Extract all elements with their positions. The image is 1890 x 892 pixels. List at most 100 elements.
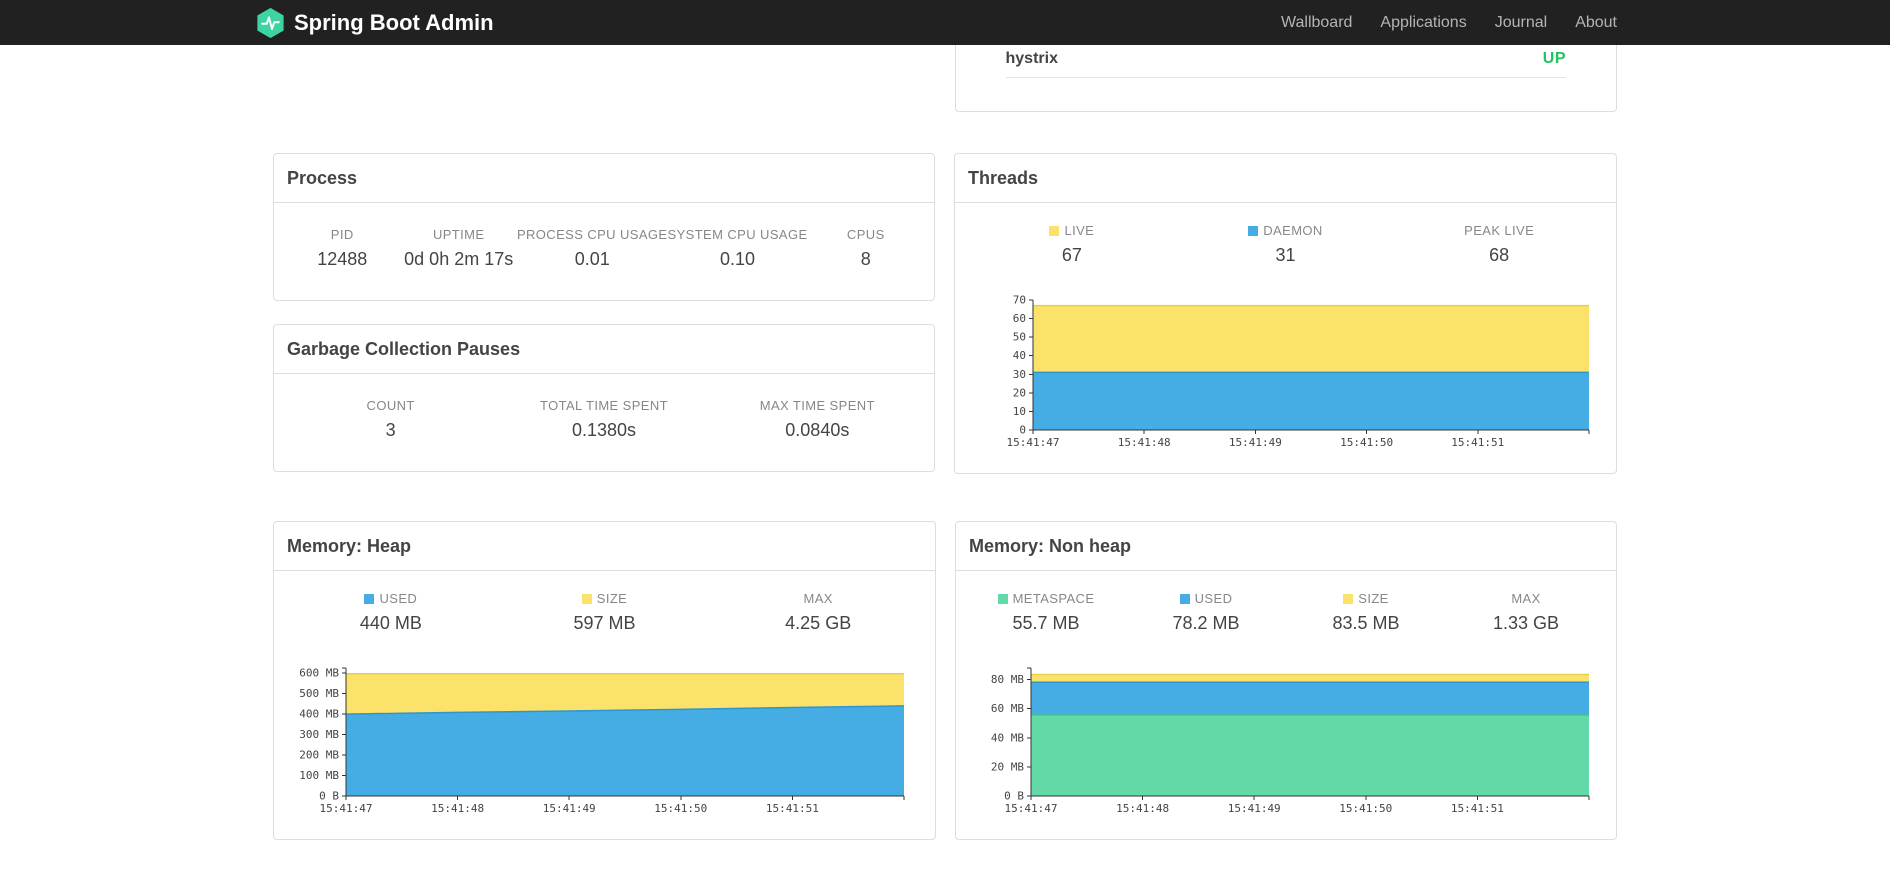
svg-text:15:41:50: 15:41:50 — [1340, 436, 1393, 449]
svg-text:100 MB: 100 MB — [299, 769, 339, 782]
svg-text:40: 40 — [1013, 349, 1026, 362]
stat-label: CPUS — [846, 227, 885, 242]
stat-value: 0.0840s — [785, 420, 850, 440]
svg-text:15:41:47: 15:41:47 — [1005, 802, 1058, 815]
stat-gc-total-time: TOTAL TIME SPENT 0.1380s — [497, 398, 710, 441]
stat-label: MAX TIME SPENT — [759, 398, 875, 413]
stat-label-text: LIVE — [1064, 223, 1095, 238]
svg-text:10: 10 — [1013, 405, 1026, 418]
stat-value: 1.33 GB — [1492, 613, 1560, 633]
svg-text:15:41:49: 15:41:49 — [1229, 436, 1282, 449]
stat-label: PROCESS CPU USAGE — [516, 227, 668, 242]
stat-label: SIZE — [498, 591, 712, 606]
gc-panel: Garbage Collection Pauses COUNT 3 TOTAL … — [273, 324, 935, 472]
brand[interactable]: Spring Boot Admin — [257, 7, 494, 38]
stat-heap-used: USED 440 MB — [284, 591, 498, 634]
svg-text:15:41:50: 15:41:50 — [1339, 802, 1392, 815]
stat-pid: PID 12488 — [284, 227, 400, 270]
stat-gc-count: COUNT 3 — [284, 398, 497, 441]
svg-text:20: 20 — [1013, 386, 1026, 399]
memory-nonheap-panel-title: Memory: Non heap — [956, 522, 1616, 571]
svg-text:500 MB: 500 MB — [299, 687, 339, 700]
stat-uptime: UPTIME 0d 0h 2m 17s — [400, 227, 516, 270]
stat-label: TOTAL TIME SPENT — [539, 398, 668, 413]
stat-heap-size: SIZE 597 MB — [498, 591, 712, 634]
stat-label: METASPACE — [966, 591, 1126, 606]
stat-threads-live: LIVE 67 — [965, 223, 1179, 266]
svg-text:0 B: 0 B — [1004, 790, 1024, 803]
stat-label-text: MAX — [803, 591, 833, 606]
stat-label: PEAK LIVE — [1392, 223, 1606, 238]
stat-label: SIZE — [1286, 591, 1446, 606]
stat-label-text: USED — [379, 591, 418, 606]
legend-swatch-live — [1049, 225, 1060, 236]
svg-text:15:41:48: 15:41:48 — [1116, 802, 1169, 815]
stat-label: USED — [1126, 591, 1286, 606]
svg-text:300 MB: 300 MB — [299, 728, 339, 741]
svg-text:15:41:51: 15:41:51 — [1451, 436, 1504, 449]
memory-nonheap-chart: 0 B 20 MB 40 MB 60 MB 80 MB 15:41:47 15:41:48 1… — [956, 660, 1616, 827]
application-name: hystrix — [1005, 50, 1058, 67]
process-stats: PID 12488 UPTIME 0d 0h 2m 17s PROCESS CP… — [274, 203, 934, 300]
stat-label: USED — [284, 591, 498, 606]
gc-panel-title: Garbage Collection Pauses — [274, 325, 934, 374]
legend-swatch-size — [581, 593, 592, 604]
stat-threads-daemon: DAEMON 31 — [1179, 223, 1393, 266]
spring-boot-admin-logo-icon — [257, 7, 284, 38]
nav-item-wallboard[interactable]: Wallboard — [1281, 14, 1352, 32]
brand-title: Spring Boot Admin — [294, 9, 494, 35]
stat-nonheap-max: MAX 1.33 GB — [1446, 591, 1606, 634]
stat-value: 78.2 MB — [1172, 613, 1240, 633]
svg-text:15:41:51: 15:41:51 — [766, 802, 819, 815]
process-panel-title: Process — [274, 154, 934, 203]
svg-text:50: 50 — [1013, 331, 1026, 344]
stat-value: 597 MB — [573, 613, 636, 633]
application-row-hystrix[interactable]: hystrix UP — [1005, 45, 1566, 78]
stat-label: COUNT — [366, 398, 415, 413]
stat-value: 0d 0h 2m 17s — [404, 249, 514, 269]
svg-text:15:41:47: 15:41:47 — [1007, 436, 1060, 449]
svg-text:200 MB: 200 MB — [299, 749, 339, 762]
nav-item-about[interactable]: About — [1575, 14, 1617, 32]
stat-value: 440 MB — [359, 613, 422, 633]
stat-label: MAX — [711, 591, 925, 606]
stat-value: 68 — [1489, 245, 1510, 265]
svg-text:0: 0 — [1019, 424, 1026, 437]
memory-heap-panel: Memory: Heap USED 440 MB SIZE 597 MB MAX… — [273, 521, 936, 840]
svg-text:15:41:49: 15:41:49 — [1228, 802, 1281, 815]
process-panel: Process PID 12488 UPTIME 0d 0h 2m 17s PR… — [273, 153, 935, 301]
navbar: Spring Boot Admin Wallboard Applications… — [0, 0, 1890, 45]
svg-text:60: 60 — [1013, 312, 1026, 325]
stat-value: 55.7 MB — [1012, 613, 1080, 633]
stat-value: 31 — [1275, 245, 1296, 265]
stat-label-text: SIZE — [596, 591, 628, 606]
svg-text:15:41:48: 15:41:48 — [431, 802, 484, 815]
nav-item-journal[interactable]: Journal — [1495, 14, 1547, 32]
stat-label-text: METASPACE — [1012, 591, 1095, 606]
legend-swatch-daemon — [1248, 225, 1259, 236]
memory-heap-chart: 0 B 100 MB 200 MB 300 MB 400 MB 500 MB 600 MB 1… — [274, 660, 935, 827]
svg-text:20 MB: 20 MB — [991, 760, 1024, 773]
stat-cpus: CPUS 8 — [808, 227, 924, 270]
stat-label: PID — [330, 227, 354, 242]
svg-text:30: 30 — [1013, 368, 1026, 381]
legend-swatch-used — [1179, 593, 1190, 604]
threads-chart: 0 10 20 30 40 50 60 70 15:41:47 15:41:48 15:41:49 1… — [955, 292, 1616, 461]
stat-value: 4.25 GB — [785, 613, 852, 633]
threads-panel: Threads LIVE 67 DAEMON 31 PEAK LIVE 68 0… — [954, 153, 1617, 474]
stat-process-cpu-usage: PROCESS CPU USAGE 0.01 — [517, 227, 668, 270]
svg-text:80 MB: 80 MB — [991, 673, 1024, 686]
stat-nonheap-size: SIZE 83.5 MB — [1286, 591, 1446, 634]
stat-label-text: PEAK LIVE — [1464, 223, 1535, 238]
stat-system-cpu-usage: SYSTEM CPU USAGE 0.10 — [668, 227, 808, 270]
stat-value: 12488 — [317, 249, 368, 269]
stat-label-text: SIZE — [1358, 591, 1389, 606]
stat-label: UPTIME — [432, 227, 485, 242]
stat-value: 3 — [385, 420, 396, 440]
svg-text:15:41:50: 15:41:50 — [654, 802, 707, 815]
stat-label: DAEMON — [1179, 223, 1393, 238]
stat-label-text: USED — [1194, 591, 1233, 606]
nav-item-applications[interactable]: Applications — [1380, 14, 1466, 32]
stat-value: 67 — [1061, 245, 1082, 265]
stat-nonheap-used: USED 78.2 MB — [1126, 591, 1286, 634]
